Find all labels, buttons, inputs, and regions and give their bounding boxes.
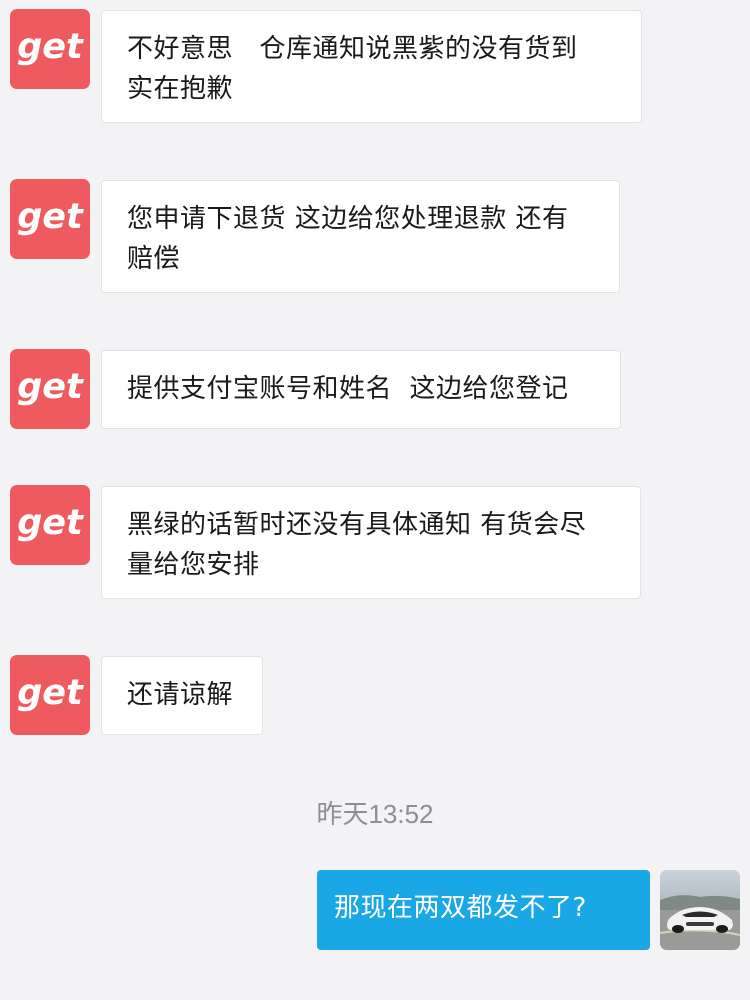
user-message-bubble[interactable]: 那现在两双都发不了? xyxy=(317,870,650,950)
agent-avatar[interactable]: get xyxy=(10,9,90,89)
message-bubble[interactable]: 您申请下退货 这边给您处理退款 还有 赔偿 xyxy=(101,180,620,293)
message-bubble[interactable]: 还请谅解 xyxy=(101,656,263,735)
message-bubble[interactable]: 不好意思 仓库通知说黑紫的没有货到 实在抱歉 xyxy=(101,10,642,123)
agent-avatar[interactable]: get xyxy=(10,485,90,565)
get-logo-icon: get xyxy=(17,197,84,237)
get-logo-text: get xyxy=(17,673,84,713)
get-logo-icon: get xyxy=(17,673,84,713)
get-logo-text: get xyxy=(17,367,84,407)
agent-avatar[interactable]: get xyxy=(10,179,90,259)
get-logo-text: get xyxy=(17,197,84,237)
agent-avatar[interactable]: get xyxy=(10,349,90,429)
get-logo-icon: get xyxy=(17,367,84,407)
get-logo-icon: get xyxy=(17,503,84,543)
sports-car-icon xyxy=(660,870,740,950)
message-bubble[interactable]: 提供支付宝账号和姓名 这边给您登记 xyxy=(101,350,621,429)
message-bubble[interactable]: 黑绿的话暂时还没有具体通知 有货会尽 量给您安排 xyxy=(101,486,641,599)
user-avatar[interactable] xyxy=(660,870,740,950)
get-logo-text: get xyxy=(17,27,84,67)
agent-avatar[interactable]: get xyxy=(10,655,90,735)
timestamp: 昨天13:52 xyxy=(316,799,434,829)
get-logo-icon: get xyxy=(17,27,84,67)
get-logo-text: get xyxy=(17,503,84,543)
